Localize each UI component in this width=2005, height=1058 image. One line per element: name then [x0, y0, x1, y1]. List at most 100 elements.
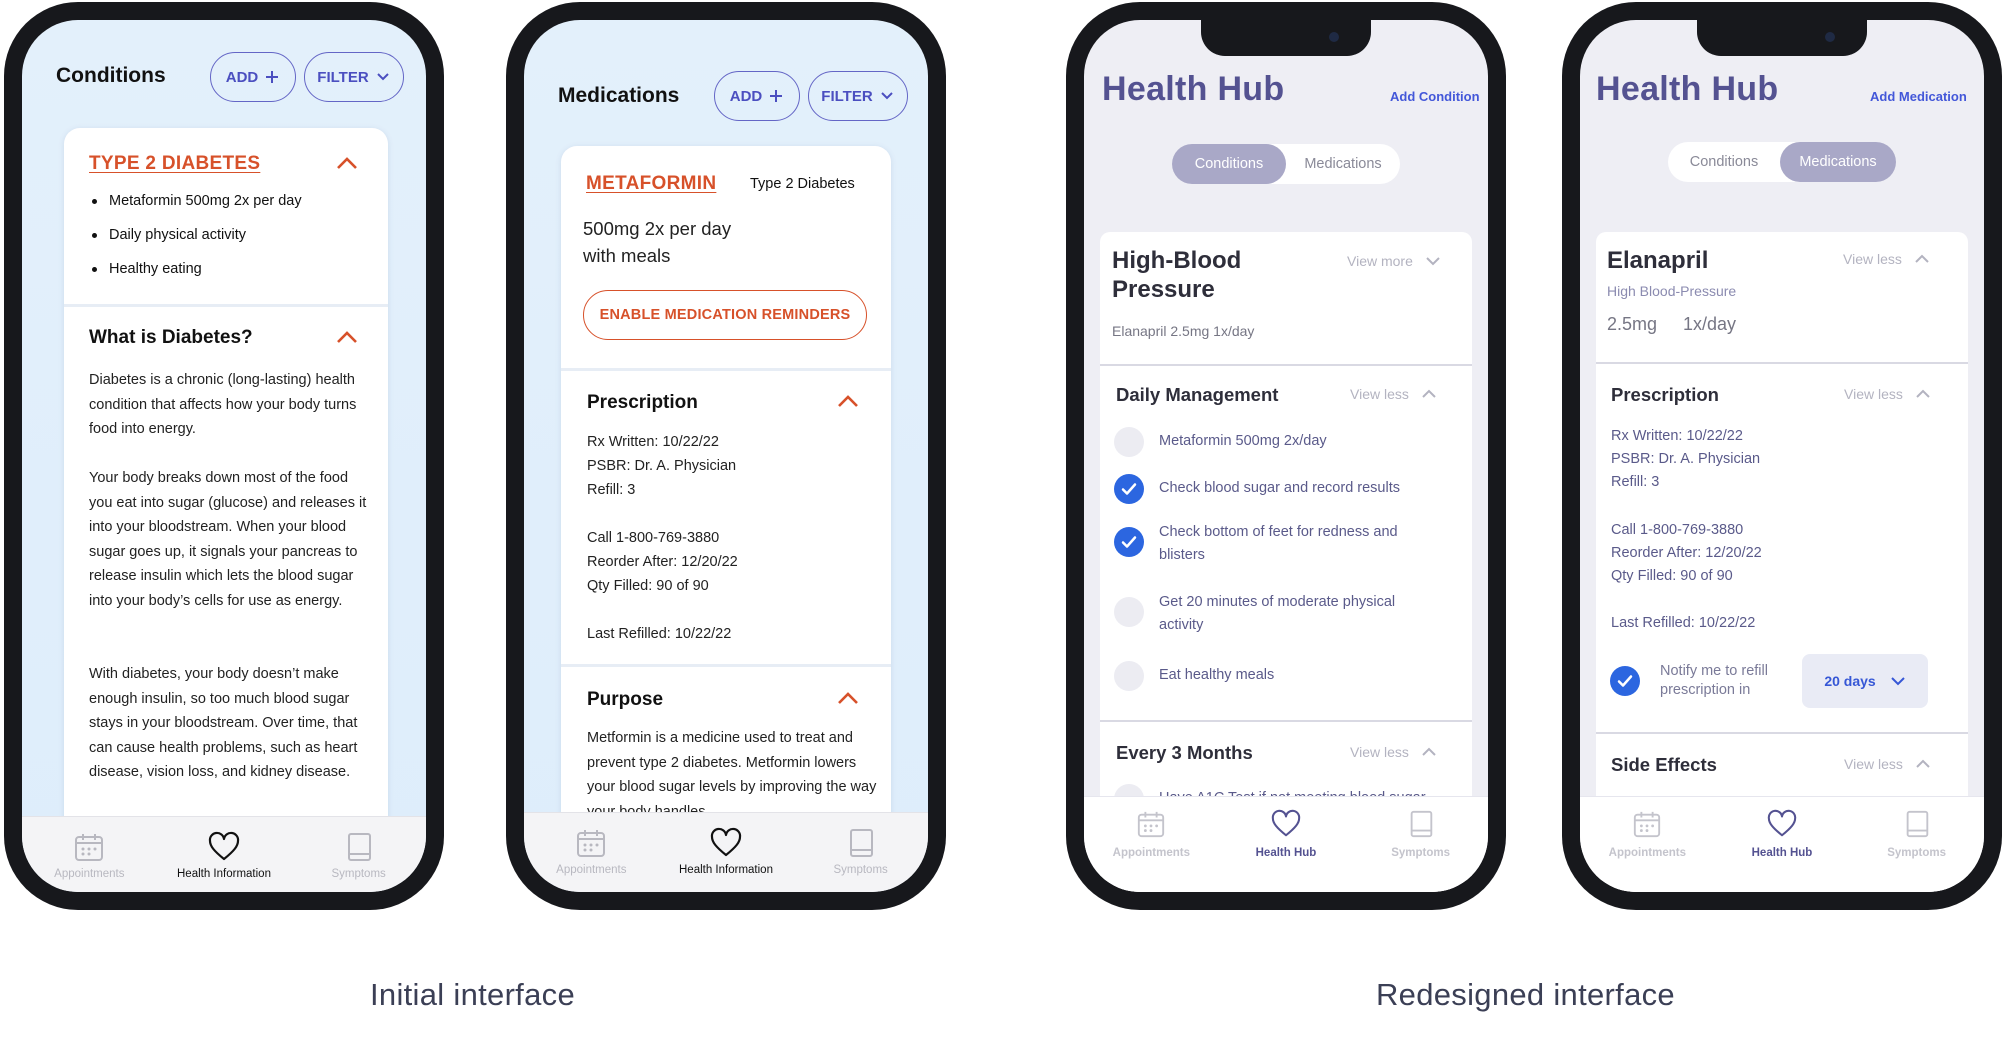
checkbox[interactable] — [1114, 597, 1144, 627]
tab-health-information[interactable]: Health Information — [661, 827, 791, 876]
filter-button[interactable]: FILTER — [808, 71, 908, 121]
add-condition-link[interactable]: Add Condition — [1390, 89, 1480, 104]
checkmark-icon — [1617, 675, 1633, 687]
view-less-label: View less — [1843, 251, 1902, 267]
purpose-text: Metformin is a medicine used to treat an… — [587, 730, 877, 820]
view-less-toggle[interactable]: View less — [1350, 744, 1437, 760]
tab-appointments[interactable]: Appointments — [24, 831, 154, 880]
task-item[interactable]: Metaformin 500mg 2x/day — [1114, 427, 1419, 457]
calendar-icon — [1138, 811, 1165, 838]
tab-label: Appointments — [1112, 847, 1190, 859]
view-less-toggle[interactable]: View less — [1844, 756, 1931, 772]
caption-redesigned: Redesigned interface — [1376, 977, 1675, 1012]
screen: Medications ADD FILTER METAFORMIN Type 2… — [524, 20, 928, 892]
checkbox-checked[interactable] — [1610, 666, 1640, 696]
tab-label: Symptoms — [1391, 847, 1451, 859]
heart-icon — [1271, 809, 1301, 837]
add-button[interactable]: ADD — [714, 71, 800, 121]
segment-conditions[interactable]: Conditions — [1668, 142, 1780, 182]
paragraph: Diabetes is a chronic (long-lasting) hea… — [89, 372, 357, 437]
checkbox-checked[interactable] — [1114, 474, 1144, 504]
tab-label: Health Information — [679, 864, 773, 876]
view-less-toggle[interactable]: View less — [1843, 251, 1930, 267]
medication-card: METAFORMIN Type 2 Diabetes 500mg 2x per … — [561, 146, 891, 876]
tab-bar: Appointments Health Hub Symptoms — [1084, 796, 1488, 892]
tab-health-hub[interactable]: Health Hub — [1226, 809, 1346, 892]
page-title: Conditions — [56, 64, 166, 87]
add-button[interactable]: ADD — [210, 52, 296, 102]
task-item[interactable]: Check blood sugar and record results — [1114, 474, 1434, 504]
refill-days-dropdown[interactable]: 20 days — [1802, 654, 1928, 708]
view-less-toggle[interactable]: View less — [1844, 386, 1931, 402]
condition-card: High-Blood Pressure View more Elanapril … — [1100, 232, 1472, 892]
chevron-up-icon — [1915, 254, 1929, 263]
tab-symptoms[interactable]: Symptoms — [796, 827, 926, 876]
task-label: Check blood sugar and record results — [1159, 480, 1400, 496]
phone-medications-initial: Medications ADD FILTER METAFORMIN Type 2… — [506, 2, 946, 910]
view-less-toggle[interactable]: View less — [1350, 386, 1437, 402]
tab-appointments[interactable]: Appointments — [1587, 809, 1707, 892]
medication-name-link[interactable]: METAFORMIN — [586, 173, 716, 195]
chevron-down-icon — [376, 73, 389, 81]
list-item: Healthy eating — [89, 252, 302, 286]
condition-label: Type 2 Diabetes — [750, 176, 855, 192]
chevron-up-icon — [1916, 389, 1930, 398]
tab-label: Symptoms — [1887, 847, 1947, 859]
medication-card: Elanapril View less High Blood-Pressure … — [1596, 232, 1968, 892]
heart-icon — [1767, 809, 1797, 837]
section-heading: Prescription — [1611, 384, 1719, 405]
medication-summary: Elanapril 2.5mg 1x/day — [1112, 323, 1255, 339]
screen: Conditions ADD FILTER TYPE 2 DIABETES Me… — [22, 20, 426, 892]
prescriber: PSBR: Dr. A. Physician — [1611, 451, 1761, 467]
filter-button[interactable]: FILTER — [304, 52, 404, 102]
tab-appointments[interactable]: Appointments — [526, 827, 656, 876]
heart-icon — [710, 827, 742, 857]
chevron-up-icon[interactable] — [837, 691, 859, 705]
pharmacy-phone: Call 1-800-769-3880 — [587, 530, 720, 546]
view-less-label: View less — [1844, 386, 1903, 402]
segment-conditions[interactable]: Conditions — [1172, 144, 1286, 184]
task-item[interactable]: Eat healthy meals — [1114, 661, 1419, 691]
calendar-icon — [75, 834, 104, 861]
view-less-label: View less — [1844, 756, 1903, 772]
condition-name-link[interactable]: TYPE 2 DIABETES — [89, 153, 260, 175]
tab-symptoms[interactable]: Symptoms — [1361, 809, 1481, 892]
tab-label: Health Hub — [1255, 847, 1317, 859]
task-item[interactable]: Check bottom of feet for redness and bli… — [1114, 521, 1429, 567]
plus-icon — [770, 90, 783, 102]
tab-symptoms[interactable]: Symptoms — [1857, 809, 1977, 892]
checkbox-checked[interactable] — [1114, 527, 1144, 557]
reorder-date: Reorder After: 12/20/22 — [1611, 545, 1762, 561]
segment-medications[interactable]: Medications — [1286, 144, 1400, 184]
task-label: Get 20 minutes of moderate physical acti… — [1159, 594, 1396, 633]
tab-health-hub[interactable]: Health Hub — [1722, 809, 1842, 892]
divider — [1100, 720, 1472, 722]
calendar-icon — [1634, 811, 1661, 838]
rx-written: Rx Written: 10/22/22 — [1611, 428, 1743, 444]
tab-label: Appointments — [54, 868, 125, 880]
chevron-up-icon[interactable] — [837, 394, 859, 408]
phone-health-hub-medications: Health Hub Add Medication Conditions Med… — [1562, 2, 2002, 910]
tab-symptoms[interactable]: Symptoms — [294, 831, 424, 880]
enable-reminders-button[interactable]: ENABLE MEDICATION REMINDERS — [583, 290, 867, 340]
checkbox[interactable] — [1114, 661, 1144, 691]
tab-label: Symptoms — [833, 864, 888, 876]
view-more-toggle[interactable]: View more — [1347, 253, 1441, 269]
pharmacy-phone: Call 1-800-769-3880 — [1611, 522, 1744, 538]
frequency-value: 1x/day — [1683, 314, 1737, 334]
page-title: Health Hub — [1102, 70, 1285, 108]
tab-appointments[interactable]: Appointments — [1091, 809, 1211, 892]
refill-notification[interactable]: Notify me to refill prescription in — [1610, 662, 1800, 700]
checkbox[interactable] — [1114, 427, 1144, 457]
tab-health-information[interactable]: Health Information — [159, 831, 289, 880]
add-medication-link[interactable]: Add Medication — [1870, 89, 1967, 104]
add-label: ADD — [225, 68, 259, 86]
section-heading: What is Diabetes? — [89, 327, 253, 348]
task-item[interactable]: Get 20 minutes of moderate physical acti… — [1114, 591, 1429, 637]
chevron-up-icon[interactable] — [336, 330, 358, 344]
chevron-up-icon[interactable] — [336, 156, 358, 170]
phone-health-hub-conditions: Health Hub Add Condition Conditions Medi… — [1066, 2, 1506, 910]
tab-bar: Appointments Health Information Symptoms — [22, 816, 426, 892]
segment-medications[interactable]: Medications — [1780, 142, 1896, 182]
refill-count: Refill: 3 — [1611, 474, 1660, 490]
